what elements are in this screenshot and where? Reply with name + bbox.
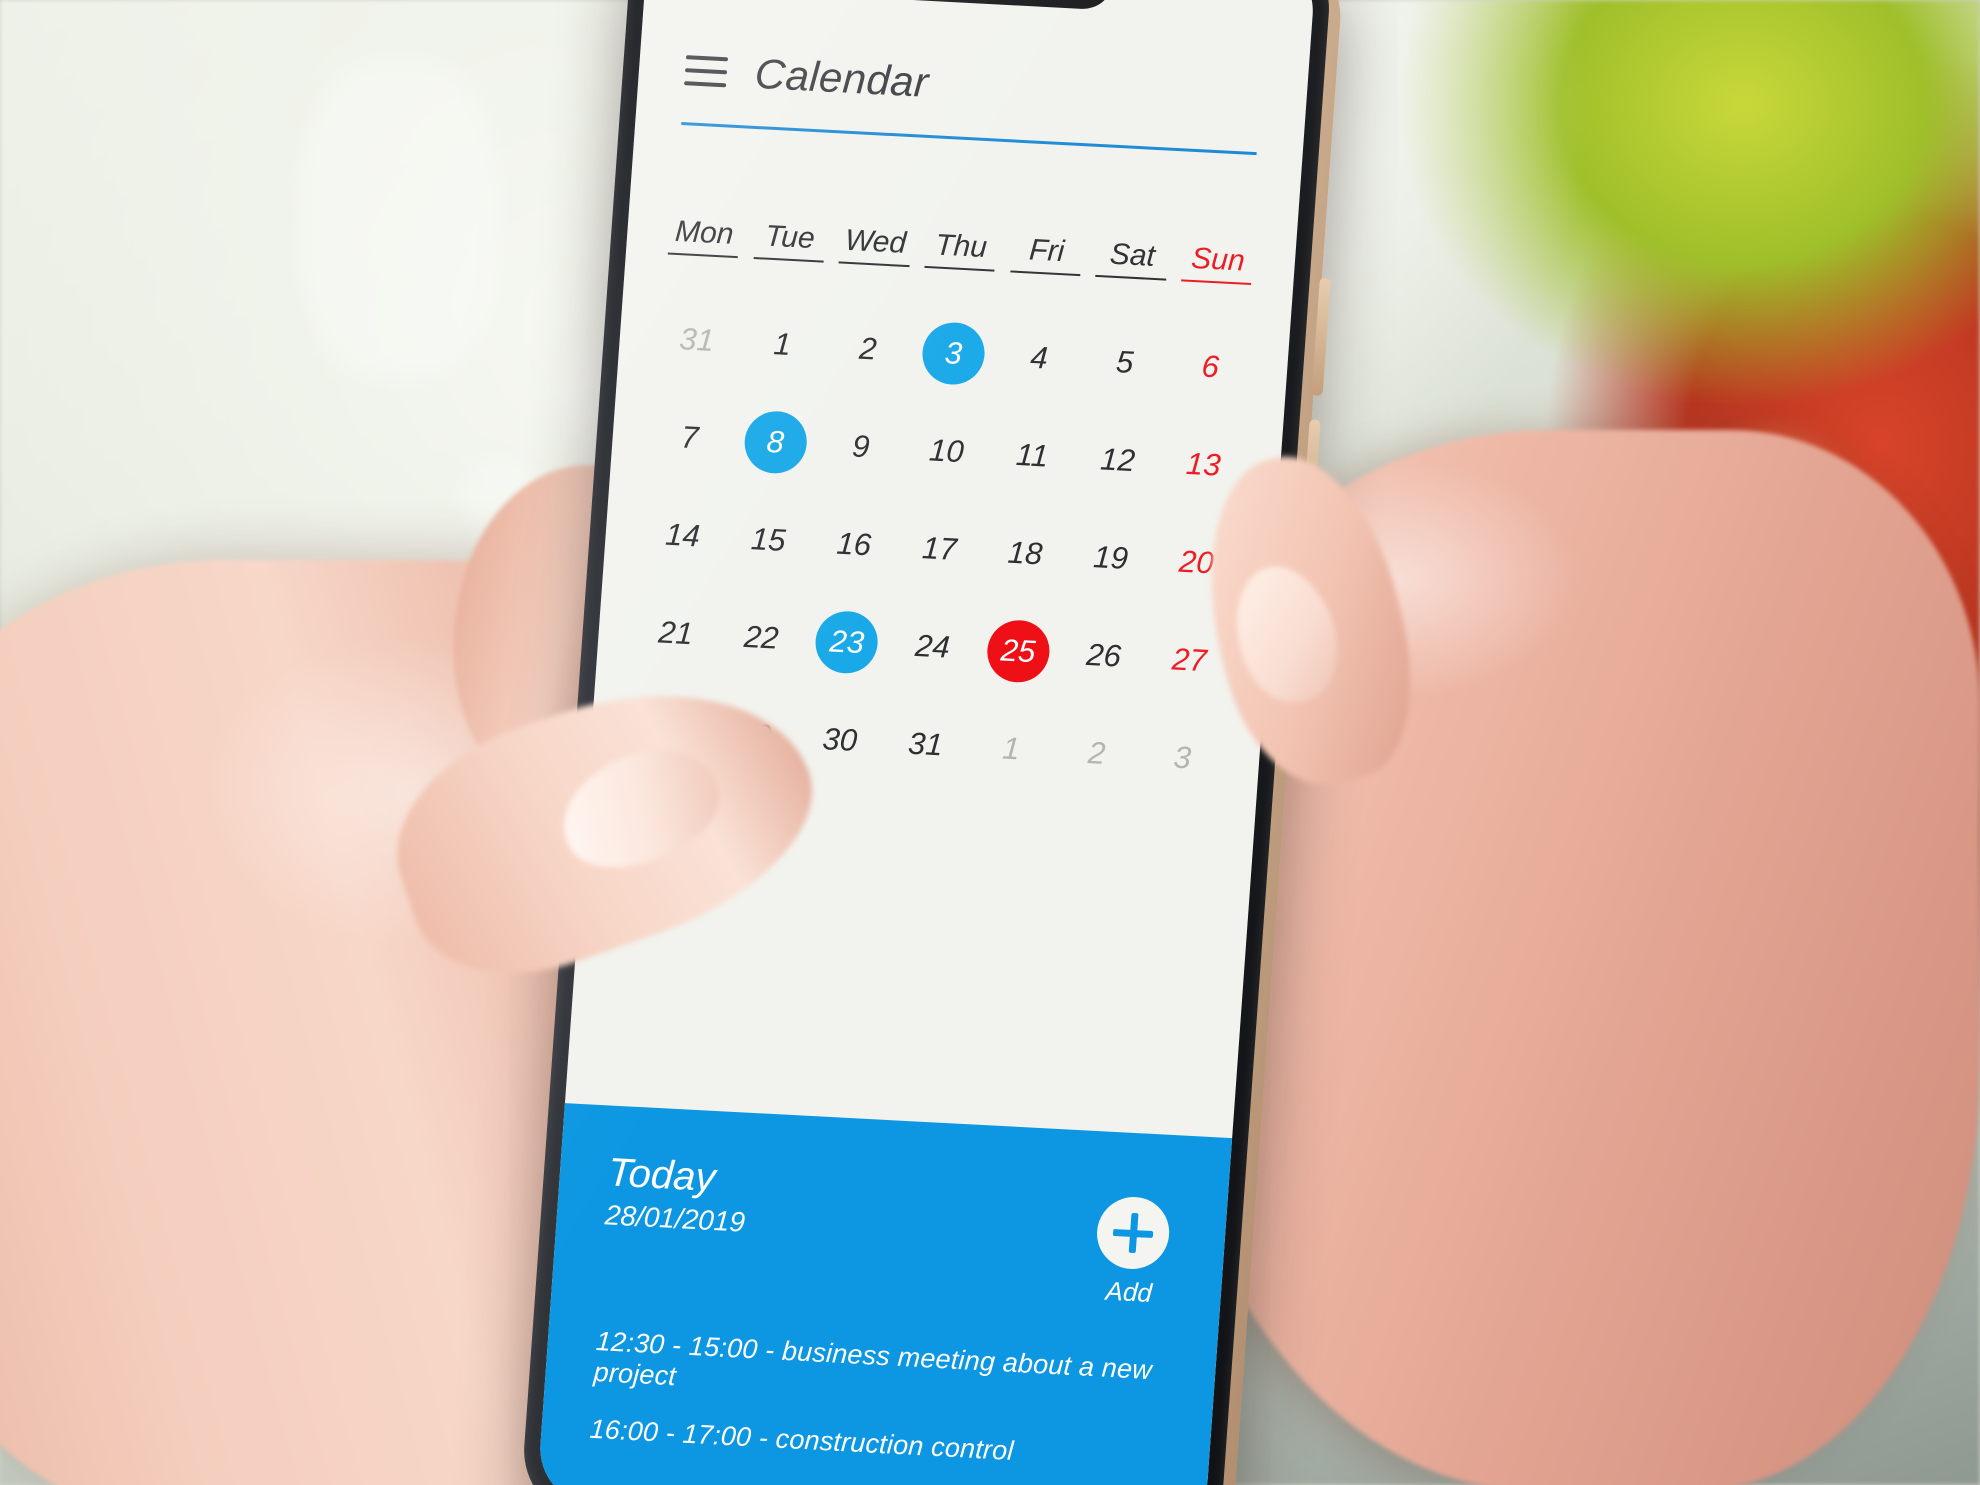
calendar-day-2[interactable]: 2 [835,316,901,381]
weekday-header-sat: Sat [1088,236,1176,280]
calendar-day-cell[interactable]: 3 [1136,711,1228,803]
calendar-day-cell[interactable]: 14 [637,489,729,581]
calendar-day-16[interactable]: 16 [821,512,887,577]
calendar-day-cell[interactable]: 11 [986,409,1078,501]
calendar-day-cell[interactable]: 1 [965,702,1057,794]
event-list: 12:30 - 15:00 - business meeting about a… [589,1326,1169,1475]
calendar-day-15[interactable]: 15 [735,507,801,572]
calendar-day-25[interactable]: 25 [984,618,1052,684]
weekday-header-fri: Fri [1002,232,1090,276]
add-button-label: Add [1104,1275,1154,1309]
calendar-day-1[interactable]: 1 [749,312,815,377]
today-label: Today [606,1150,718,1201]
calendar-day-22[interactable]: 22 [728,605,794,670]
calendar-day-10[interactable]: 10 [913,418,979,483]
calendar-week-row: 31 1 2 3 4 5 6 [651,293,1257,412]
calendar-day-cell[interactable]: 17 [894,502,986,594]
calendar-day-27[interactable]: 27 [1156,627,1222,692]
calendar-day-11[interactable]: 11 [999,423,1065,488]
calendar-day-1[interactable]: 1 [978,716,1044,781]
calendar-day-cell[interactable]: 22 [715,591,807,683]
calendar-day-cell[interactable]: 3 [908,307,1000,399]
calendar-day-5[interactable]: 5 [1092,329,1158,394]
weekday-header-wed: Wed [831,223,919,267]
calendar-day-cell[interactable]: 12 [1072,414,1164,506]
calendar-day-6[interactable]: 6 [1177,334,1243,399]
photo-scene: 10:21 LTE [0,0,1980,1485]
calendar-day-cell[interactable]: 10 [901,405,993,497]
calendar-day-24[interactable]: 24 [899,614,965,679]
calendar-day-13[interactable]: 13 [1170,432,1236,497]
calendar-day-cell[interactable]: 19 [1065,511,1157,603]
calendar-day-cell[interactable]: 15 [722,493,814,585]
calendar-day-cell[interactable]: 2 [1051,707,1143,799]
calendar-day-31[interactable]: 31 [892,712,958,777]
add-event-button[interactable]: Add [1092,1195,1172,1309]
calendar-week-row: 7 8 9 10 11 12 13 [644,391,1250,510]
calendar-day-cell[interactable]: 9 [815,400,907,492]
calendar-day-cell[interactable]: 31 [651,293,743,385]
calendar-day-14[interactable]: 14 [650,503,716,568]
calendar-day-9[interactable]: 9 [828,414,894,479]
calendar-day-3[interactable]: 3 [920,320,987,386]
calendar-day-4[interactable]: 4 [1006,325,1072,390]
calendar-day-8[interactable]: 8 [742,409,809,475]
page-title: Calendar [753,49,931,106]
calendar-day-cell[interactable]: 7 [644,391,736,483]
today-date: 28/01/2019 [603,1199,747,1238]
weekday-header-row: Mon Tue Wed Thu Fri Sat Sun [660,214,1262,285]
calendar-day-cell[interactable]: 16 [808,498,900,590]
plus-icon [1094,1195,1172,1271]
calendar-day-7[interactable]: 7 [657,405,723,470]
calendar-day-23[interactable]: 23 [813,609,881,675]
calendar-day-cell[interactable]: 24 [887,600,979,692]
calendar-day-30[interactable]: 30 [807,707,873,772]
calendar-day-cell[interactable]: 18 [979,507,1071,599]
calendar-day-18[interactable]: 18 [992,520,1058,585]
weekday-header-sun: Sun [1174,241,1262,285]
calendar-day-cell[interactable]: 5 [1079,316,1171,408]
calendar-day-19[interactable]: 19 [1078,525,1144,590]
weekday-header-tue: Tue [746,218,834,262]
calendar-day-cell[interactable]: 25 [972,605,1064,697]
calendar-week-row: 14 15 16 17 18 19 20 [637,489,1243,608]
today-title-block: Today 28/01/2019 [604,1151,750,1238]
event-item[interactable]: 12:30 - 15:00 - business meeting about a… [593,1326,1169,1418]
calendar-day-cell[interactable]: 23 [801,596,893,688]
today-panel: Today 28/01/2019 Add 12:30 - 15:00 - bus… [536,1103,1233,1485]
calendar-day-cell[interactable]: 4 [993,311,1085,403]
weekday-header-thu: Thu [917,227,1005,271]
calendar-day-cell[interactable]: 8 [729,396,821,488]
event-item[interactable]: 16:00 - 17:00 - construction control [589,1414,1163,1475]
calendar-day-cell[interactable]: 26 [1058,609,1150,701]
calendar-day-cell[interactable]: 6 [1164,320,1256,412]
calendar-day-12[interactable]: 12 [1085,427,1151,492]
calendar-week-row: 21 22 23 24 25 26 27 [630,587,1236,706]
calendar-day-3[interactable]: 3 [1149,725,1215,790]
weekday-header-mon: Mon [660,214,748,258]
today-header: Today 28/01/2019 Add [600,1151,1181,1310]
calendar-day-cell[interactable]: 21 [630,587,722,679]
hamburger-menu-icon[interactable] [684,55,729,88]
calendar-day-17[interactable]: 17 [906,516,972,581]
calendar-day-cell[interactable]: 31 [880,698,972,790]
header-row: Calendar [683,46,1262,124]
calendar-day-2[interactable]: 2 [1064,720,1130,785]
calendar-day-cell[interactable]: 2 [822,302,914,394]
calendar-day-26[interactable]: 26 [1071,623,1137,688]
calendar-day-21[interactable]: 21 [642,600,708,665]
calendar-day-cell[interactable]: 1 [736,298,828,390]
calendar-day-31[interactable]: 31 [664,307,730,372]
